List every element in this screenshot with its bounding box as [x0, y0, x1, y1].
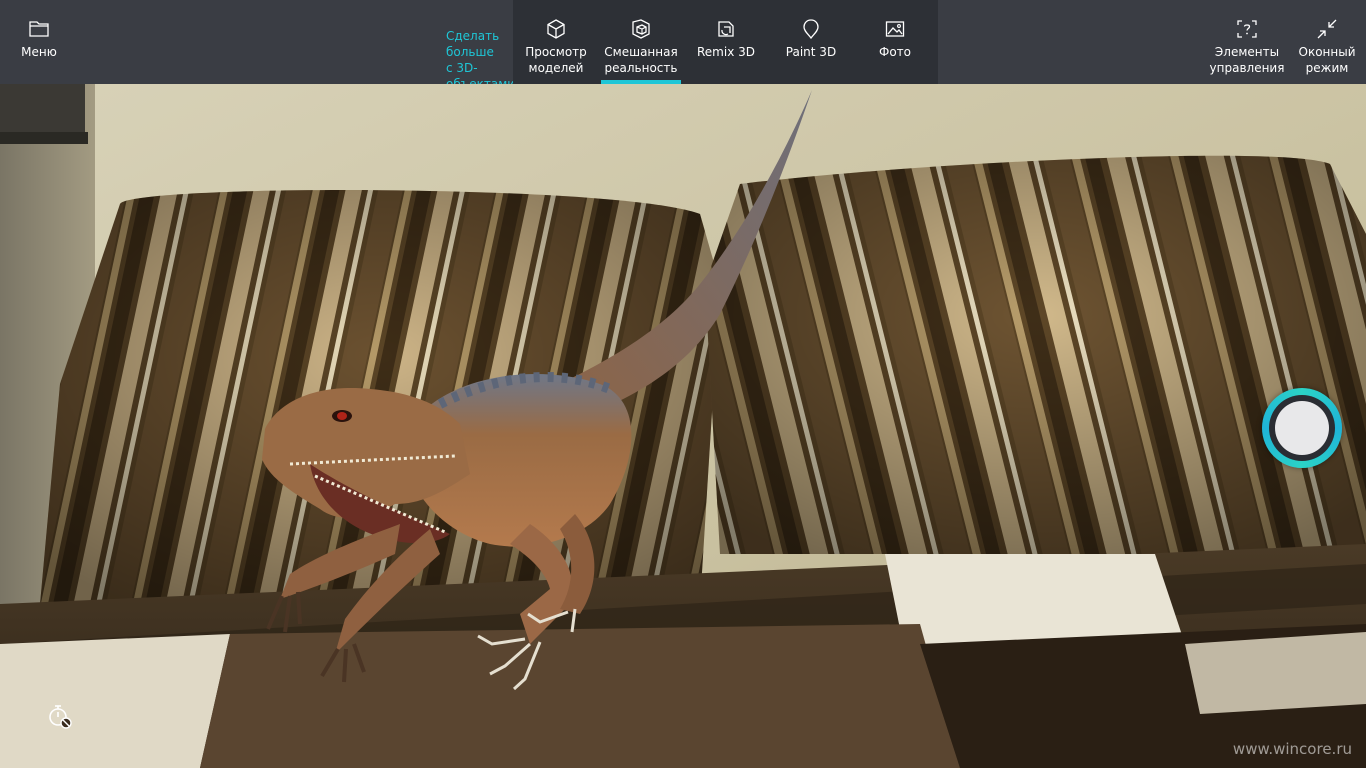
window-mode-button[interactable]: Оконный режим [1292, 0, 1362, 84]
tab-remix-3d[interactable]: Remix 3D [684, 0, 768, 84]
paint-drop-icon [803, 19, 819, 40]
camera-view [0, 84, 1366, 768]
active-tab-indicator [601, 80, 681, 84]
timer-off-icon[interactable] [46, 703, 74, 731]
tab-remix-3d-label: Remix 3D [697, 45, 755, 59]
remix-icon [718, 21, 734, 37]
mixed-reality-viewer: Меню Сделать больше с 3D- объектами Прос… [0, 0, 1366, 768]
cube-icon [547, 19, 565, 39]
tab-paint-3d[interactable]: Paint 3D [769, 0, 853, 84]
top-toolbar: Меню Сделать больше с 3D- объектами Прос… [0, 0, 1366, 84]
tab-view-models-label: Просмотр моделей [525, 45, 587, 75]
tab-mixed-reality[interactable]: Смешанная реальность [600, 0, 682, 84]
capture-button[interactable] [1262, 388, 1342, 468]
do-more-with-3d-label: Сделать больше с 3D- объектами [446, 29, 513, 84]
mixed-reality-scene-image [0, 84, 1366, 768]
tab-paint-3d-label: Paint 3D [785, 45, 837, 59]
controls-button[interactable]: Элементы управления [1206, 0, 1288, 84]
capture-button-dot [1275, 401, 1329, 455]
watermark-text: www.wincore.ru [1232, 740, 1352, 758]
window-mode-icon [1317, 19, 1337, 39]
photo-icon [885, 21, 905, 37]
window-mode-button-label: Оконный режим [1298, 45, 1356, 75]
menu-button-label: Меню [21, 45, 57, 59]
tab-photo-label: Фото [878, 45, 911, 59]
tab-mixed-reality-label: Смешанная реальность [604, 45, 678, 75]
tab-photo[interactable]: Фото [853, 0, 937, 84]
mixed-reality-icon [632, 19, 650, 39]
do-more-with-3d-button[interactable]: Сделать больше с 3D- объектами [429, 0, 513, 84]
tab-view-models[interactable]: Просмотр моделей [514, 0, 598, 84]
menu-button[interactable]: Меню [12, 0, 66, 84]
controls-button-label: Элементы управления [1209, 45, 1285, 75]
folder-icon [29, 21, 49, 37]
controls-icon [1237, 20, 1257, 38]
